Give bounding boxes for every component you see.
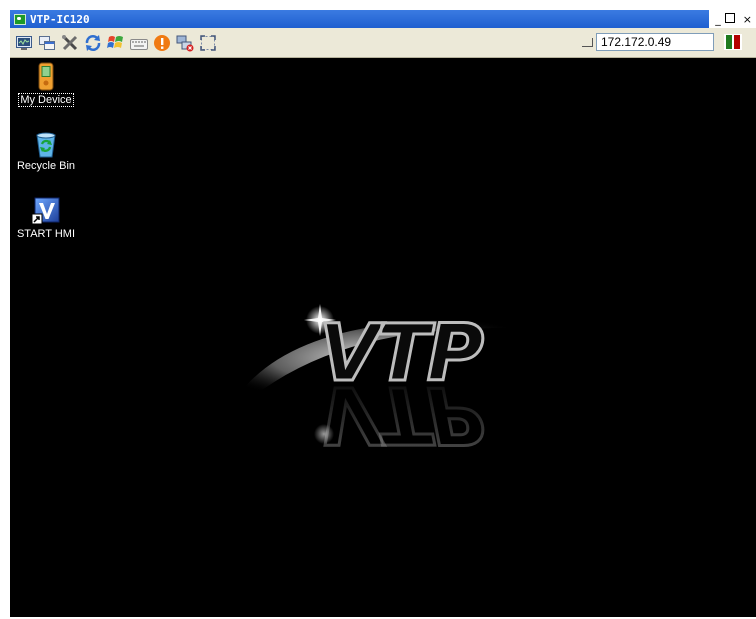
warning-icon bbox=[154, 34, 170, 51]
minimize-button[interactable]: _ bbox=[715, 13, 721, 26]
start-flag-icon bbox=[107, 35, 123, 48]
recycle-bin-icon bbox=[36, 132, 56, 158]
logo-star-bottom bbox=[314, 424, 334, 444]
logo-reflection-text: VTP bbox=[319, 369, 484, 448]
close-button[interactable]: × bbox=[743, 13, 752, 26]
refresh-icon bbox=[85, 34, 101, 51]
app-icon bbox=[14, 13, 26, 25]
maximize-icon bbox=[724, 12, 735, 23]
logo-reflection: VTP bbox=[318, 368, 489, 449]
window-title: VTP-IC120 bbox=[30, 12, 90, 26]
desktop-icon-label: My Device bbox=[18, 93, 74, 107]
desktop-icon-recycle-bin[interactable]: Recycle Bin bbox=[11, 132, 81, 172]
network-disconnect-icon bbox=[176, 35, 194, 51]
toolbar bbox=[10, 28, 756, 58]
connection-status-indicator bbox=[724, 34, 742, 50]
monitor-icon bbox=[16, 35, 32, 50]
title-bar[interactable]: VTP-IC120 _ × bbox=[10, 10, 756, 28]
connection-area bbox=[582, 31, 742, 53]
remote-desktop[interactable]: My Device Recycle Bin START HMI VTP VTP bbox=[10, 58, 756, 617]
fullscreen-icon bbox=[200, 34, 216, 51]
windows-button[interactable] bbox=[38, 34, 56, 52]
desktop-icon-start-hmi[interactable]: START HMI bbox=[11, 196, 81, 240]
status-green-bar bbox=[726, 35, 732, 49]
tools-icon bbox=[62, 34, 78, 50]
warning-button[interactable] bbox=[153, 34, 171, 52]
remote-window: VTP-IC120 _ × 172.172.0.49 My Device Rec… bbox=[10, 10, 756, 617]
vtp-logo: VTP VTP bbox=[244, 304, 545, 449]
monitor-button[interactable] bbox=[15, 34, 33, 52]
maximize-button[interactable] bbox=[724, 12, 739, 26]
handheld-device-icon bbox=[38, 62, 54, 91]
status-red-bar bbox=[734, 35, 740, 49]
tools-button[interactable] bbox=[61, 34, 79, 52]
start-button[interactable] bbox=[107, 34, 125, 52]
keyboard-button[interactable] bbox=[130, 34, 148, 52]
desktop-icon-my-device[interactable]: My Device bbox=[11, 62, 81, 107]
keyboard-icon bbox=[130, 38, 148, 50]
windows-icon bbox=[39, 35, 55, 50]
window-controls: _ × bbox=[709, 10, 756, 28]
fullscreen-button[interactable] bbox=[199, 34, 217, 52]
start-hmi-shortcut-icon bbox=[31, 197, 60, 225]
desktop-icon-label: START HMI bbox=[16, 228, 76, 240]
connection-indicator bbox=[582, 37, 593, 47]
refresh-button[interactable] bbox=[84, 34, 102, 52]
desktop-icon-label: Recycle Bin bbox=[16, 160, 76, 172]
ip-address-input[interactable] bbox=[596, 33, 714, 51]
network-disconnect-button[interactable] bbox=[176, 34, 194, 52]
